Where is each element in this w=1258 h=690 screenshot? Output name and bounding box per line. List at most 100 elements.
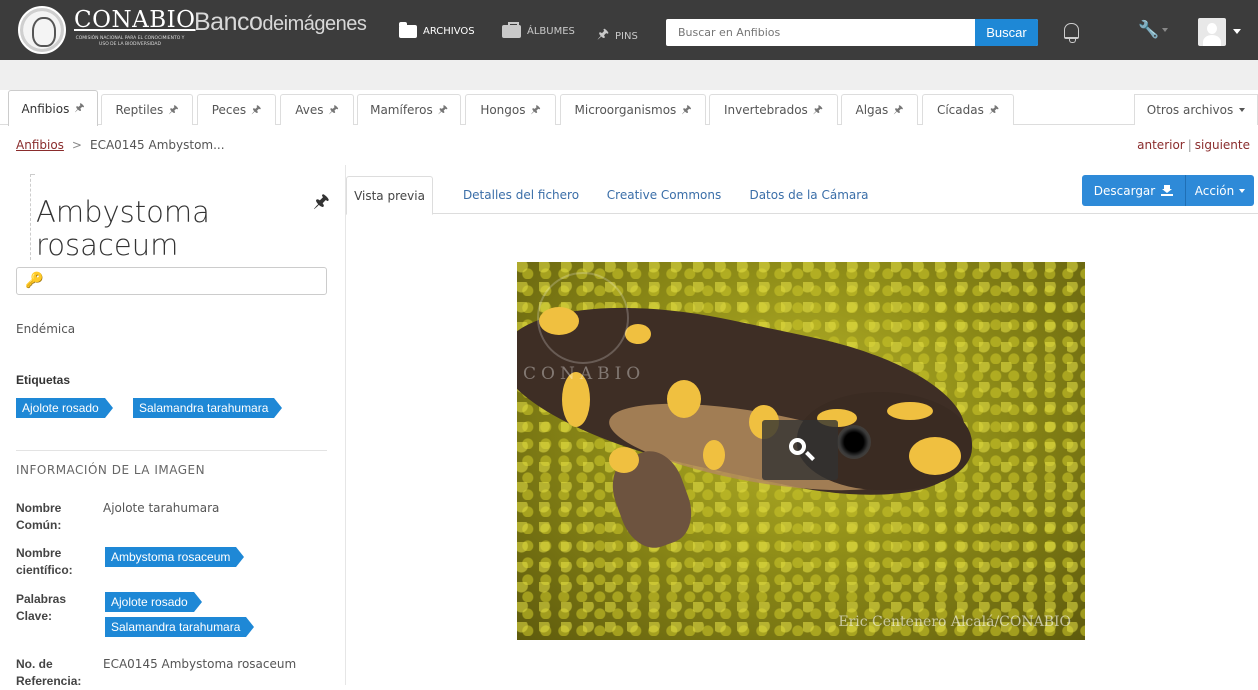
pin-icon[interactable]: 🖈 <box>681 101 691 120</box>
nav-archivos[interactable]: ARCHIVOS <box>399 22 475 38</box>
species-photo[interactable]: CONABIO Eric Centenero Alcalá/CONABIO <box>517 262 1085 640</box>
download-button[interactable]: Descargar <box>1082 175 1186 206</box>
keyword-field[interactable]: 🔑 <box>16 267 327 295</box>
tab-creative-commons[interactable]: Creative Commons <box>598 176 730 214</box>
spot <box>609 447 639 473</box>
brand-name[interactable]: CONABIO <box>74 7 196 33</box>
tab-anfibios[interactable]: Anfibios 🖈 <box>8 90 98 126</box>
otros-archivos-dropdown[interactable]: Otros archivos <box>1134 94 1258 125</box>
tab-reptiles[interactable]: Reptiles 🖈 <box>101 94 193 125</box>
title-edit-border <box>30 174 31 260</box>
bell-icon[interactable] <box>1064 23 1079 43</box>
banco-imagenes-logo[interactable]: Bancodeimágenes <box>194 8 367 37</box>
spot <box>703 440 725 470</box>
zoom-button[interactable] <box>762 420 838 480</box>
pin-icon[interactable]: 🖈 <box>251 101 261 120</box>
pin-icon[interactable]: 🖈 <box>989 101 999 120</box>
breadcrumb: Anfibios > ECA0145 Ambystom... <box>16 138 225 152</box>
key-icon: 🔑 <box>25 271 44 289</box>
breadcrumb-current: ECA0145 Ambystom... <box>89 138 225 152</box>
common-name-label: Nombre Común: <box>16 501 62 532</box>
page-title[interactable]: Ambystoma rosaceum <box>36 196 296 262</box>
keyword-tag-ajolote-rosado[interactable]: Ajolote rosado <box>105 592 202 612</box>
next-link[interactable]: siguiente <box>1195 138 1250 152</box>
pin-icon[interactable]: 🖈 <box>531 101 541 120</box>
pin-icon[interactable]: 🖈 <box>168 101 178 120</box>
chevron-down-icon <box>1239 108 1246 112</box>
action-button[interactable]: Acción <box>1186 175 1254 206</box>
action-label: Acción <box>1194 183 1235 198</box>
brand-subtitle: COMISIÓN NACIONAL PARA EL CONOCIMIENTO Y… <box>75 36 185 47</box>
sci-name-label: Nombre científico: <box>16 546 73 577</box>
tag-ajolote-rosado[interactable]: Ajolote rosado <box>16 398 113 418</box>
tab-mamiferos[interactable]: Mamíferos 🖈 <box>357 94 461 125</box>
watermark-text: CONABIO <box>523 364 646 384</box>
pin-icon[interactable]: 🖈 <box>74 99 84 118</box>
tab-aves[interactable]: Aves 🖈 <box>280 94 354 125</box>
keyword-tag-salamandra-tarahumara[interactable]: Salamandra tarahumara <box>105 617 255 637</box>
nav-archivos-label: ARCHIVOS <box>423 26 475 37</box>
prev-next-nav: anterior | siguiente <box>1137 138 1250 152</box>
tab-label: Hongos <box>480 103 526 117</box>
tab-algas[interactable]: Algas 🖈 <box>841 94 918 125</box>
divider <box>16 450 327 451</box>
sub-strip <box>0 60 1258 90</box>
search-button[interactable]: Buscar <box>975 19 1038 46</box>
title-edit-border-top <box>30 174 35 175</box>
tab-vista-previa[interactable]: Vista previa <box>346 176 433 215</box>
tag-salamandra-tarahumara[interactable]: Salamandra tarahumara <box>133 398 283 418</box>
reference-value: ECA0145 Ambystoma rosaceum <box>103 657 297 671</box>
pin-icon[interactable]: 🖈 <box>813 101 823 120</box>
top-navbar: CONABIO COMISIÓN NACIONAL PARA EL CONOCI… <box>0 0 1258 60</box>
salamander-eye <box>837 425 871 459</box>
download-label: Descargar <box>1093 183 1156 198</box>
pin-icon[interactable]: 🖈 <box>313 189 330 219</box>
sci-name-tag[interactable]: Ambystoma rosaceum <box>105 547 245 567</box>
breadcrumb-root-link[interactable]: Anfibios <box>16 138 64 152</box>
spot <box>887 402 933 420</box>
tab-invertebrados[interactable]: Invertebrados 🖈 <box>709 94 838 125</box>
search-input[interactable] <box>666 19 973 46</box>
watermark-logo <box>537 272 629 364</box>
spot <box>909 437 961 475</box>
spot <box>667 380 701 418</box>
tab-peces[interactable]: Peces 🖈 <box>197 94 276 125</box>
pin-icon[interactable]: 🖈 <box>438 101 448 120</box>
chevron-down-icon[interactable] <box>1162 28 1168 32</box>
prev-link[interactable]: anterior <box>1137 138 1185 152</box>
search-icon-handle <box>805 451 815 461</box>
tab-cicadas[interactable]: Cícadas 🖈 <box>922 94 1014 125</box>
photo-credit: Eric Centenero Alcalá/CONABIO <box>838 614 1071 630</box>
column-separator <box>345 165 346 685</box>
banco-text: Banco <box>194 8 263 36</box>
nav-albumes-label: ÁLBUMES <box>527 26 575 37</box>
search-icon <box>789 438 806 455</box>
tab-microorganismos[interactable]: Microorganismos 🖈 <box>560 94 706 125</box>
banco-de-text: de <box>262 13 284 35</box>
nav-pins-label: PINS <box>615 30 638 42</box>
tab-label: Invertebrados <box>724 103 808 117</box>
prev-next-separator: | <box>1187 138 1192 152</box>
nav-albumes[interactable]: ÁLBUMES <box>502 22 575 38</box>
search-bar: Buscar <box>666 19 1038 46</box>
nav-pins[interactable]: 🖈 PINS <box>597 25 638 47</box>
wrench-icon[interactable]: 🔧 <box>1138 20 1159 40</box>
spot <box>625 324 651 344</box>
avatar[interactable] <box>1198 18 1226 46</box>
otros-label: Otros archivos <box>1146 103 1234 117</box>
pin-icon: 🖈 <box>597 27 610 42</box>
common-name-value: Ajolote tarahumara <box>103 501 220 515</box>
conabio-logo-icon[interactable] <box>18 6 66 54</box>
download-icon <box>1161 185 1174 196</box>
chevron-down-icon[interactable] <box>1233 29 1241 34</box>
tab-hongos[interactable]: Hongos 🖈 <box>465 94 556 125</box>
image-info-heading: INFORMACIÓN DE LA IMAGEN <box>16 463 206 477</box>
pin-icon[interactable]: 🖈 <box>329 101 339 120</box>
briefcase-icon <box>502 22 521 38</box>
pin-icon[interactable]: 🖈 <box>893 101 903 120</box>
tab-detalles-fichero[interactable]: Detalles del fichero <box>446 176 596 214</box>
tab-label: Reptiles <box>115 103 164 117</box>
chevron-down-icon <box>1239 188 1246 193</box>
tab-datos-camara[interactable]: Datos de la Cámara <box>738 176 880 214</box>
tab-label: Peces <box>211 103 247 117</box>
